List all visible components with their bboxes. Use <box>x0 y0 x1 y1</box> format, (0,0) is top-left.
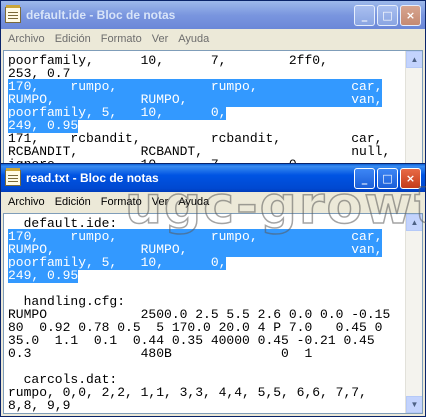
menu-bar: Archivo Edición Formato Ver Ayuda <box>1 29 425 48</box>
editor-text[interactable]: default.ide: 170, rumpo, rumpo, car, RUMPO… <box>4 214 404 412</box>
menu-ver[interactable]: Ver <box>147 33 174 45</box>
editor-text[interactable]: poorfamily, 10, 7, 2ff0, 253, 0.7 170, rum… <box>4 51 404 171</box>
text-editor[interactable]: default.ide: 170, rumpo, rumpo, car, RUMPO… <box>3 213 423 414</box>
scroll-up-button[interactable]: ▲ <box>406 214 422 231</box>
close-button[interactable]: × <box>400 4 421 26</box>
line-text: 8,8, 9,9 <box>8 398 71 413</box>
minimize-button[interactable]: _ <box>354 4 375 26</box>
minimize-button[interactable]: _ <box>354 167 375 189</box>
text-line: 249, 0.95 <box>8 268 400 283</box>
menu-edicion[interactable]: Edición <box>50 196 96 208</box>
title-bar[interactable]: read.txt - Bloc de notas _ □ × <box>1 164 425 192</box>
vertical-scrollbar[interactable]: ▲ ▼ <box>405 214 422 413</box>
notepad-icon <box>5 5 21 23</box>
notepad-window-read-txt[interactable]: read.txt - Bloc de notas _ □ × Archivo E… <box>0 163 426 417</box>
scroll-down-button[interactable]: ▼ <box>406 396 422 413</box>
text-line: 8,8, 9,9 <box>8 399 400 412</box>
menu-ayuda[interactable]: Ayuda <box>173 196 214 208</box>
title-bar[interactable]: default.ide - Bloc de notas _ □ × <box>1 1 425 29</box>
text-line: 0.3 480B 0 1 <box>8 347 400 360</box>
window-title: read.txt - Bloc de notas <box>26 171 159 185</box>
menu-ayuda[interactable]: Ayuda <box>173 33 214 45</box>
menu-bar: Archivo Edición Formato Ver Ayuda <box>1 192 425 211</box>
menu-formato[interactable]: Formato <box>96 196 147 208</box>
maximize-button[interactable]: □ <box>377 4 398 26</box>
menu-formato[interactable]: Formato <box>96 33 147 45</box>
menu-archivo[interactable]: Archivo <box>3 33 50 45</box>
menu-edicion[interactable]: Edición <box>50 33 96 45</box>
menu-archivo[interactable]: Archivo <box>3 196 50 208</box>
line-text: 0.3 480B 0 1 <box>8 346 313 361</box>
notepad-icon <box>5 168 21 186</box>
window-title: default.ide - Bloc de notas <box>26 8 176 22</box>
menu-ver[interactable]: Ver <box>147 196 174 208</box>
scroll-up-button[interactable]: ▲ <box>406 51 422 68</box>
selected-text: 249, 0.95 <box>8 268 79 283</box>
close-button[interactable]: × <box>400 167 421 189</box>
maximize-button[interactable]: □ <box>377 167 398 189</box>
